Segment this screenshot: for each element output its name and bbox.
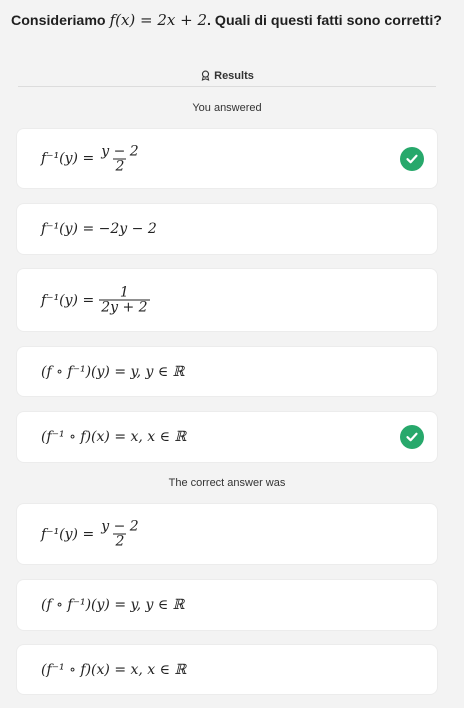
you-answered-label: You answered (192, 102, 262, 114)
correct-answer-card: (f⁻¹ ∘ f)(x) = x, x ∈ ℝ (17, 645, 437, 694)
results-heading-label: Results (214, 70, 254, 82)
fraction: y − 2 2 (99, 520, 140, 549)
question-prefix: Consideriamo (11, 13, 106, 29)
correct-check-icon (400, 146, 424, 171)
answer-formula: f⁻¹(y) = y − 2 2 (41, 144, 141, 173)
formula-lhs: f⁻¹(y) = (41, 292, 95, 308)
answer-card: (f ∘ f⁻¹)(y) = y, y ∈ ℝ (17, 347, 437, 396)
answer-formula: f⁻¹(y) = y − 2 2 (41, 520, 141, 549)
answer-formula: f⁻¹(y) = 1 2y + 2 (41, 286, 150, 315)
question-title: Consideriamo f(x) = 2x + 2. Quali di que… (11, 10, 457, 31)
answer-card: f⁻¹(y) = −2y − 2 (17, 204, 437, 254)
results-heading: Results (18, 70, 436, 84)
correct-answer-card: (f ∘ f⁻¹)(y) = y, y ∈ ℝ (17, 580, 437, 630)
answer-card: (f⁻¹ ∘ f)(x) = x, x ∈ ℝ (17, 412, 437, 462)
answer-formula: (f ∘ f⁻¹)(y) = y, y ∈ ℝ (41, 597, 185, 613)
answer-card: f⁻¹(y) = y − 2 2 (17, 129, 437, 188)
fraction-numerator: 1 (119, 284, 129, 301)
formula-lhs: f⁻¹(y) = (41, 150, 95, 167)
fraction-numerator: y − 2 (101, 518, 139, 535)
results-icon (200, 70, 211, 84)
fraction-denominator: 2y + 2 (99, 299, 150, 316)
fraction-numerator: y − 2 (101, 143, 139, 159)
correct-answer-label: The correct answer was (168, 477, 286, 489)
correct-check-icon (400, 425, 424, 449)
fraction: y − 2 2 (99, 144, 140, 173)
correct-answer-card: f⁻¹(y) = y − 2 2 (17, 504, 437, 564)
fraction: 1 2y + 2 (99, 284, 150, 316)
fraction-denominator: 2 (113, 158, 127, 174)
answer-card: f⁻¹(y) = 1 2y + 2 (17, 269, 437, 331)
answer-formula: (f⁻¹ ∘ f)(x) = x, x ∈ ℝ (41, 661, 187, 678)
question-suffix: . Quali di questi fatti sono corretti? (207, 13, 442, 29)
formula-lhs: f⁻¹(y) = (41, 526, 95, 542)
answer-formula: (f ∘ f⁻¹)(y) = y, y ∈ ℝ (41, 363, 185, 380)
answer-formula: (f⁻¹ ∘ f)(x) = x, x ∈ ℝ (41, 429, 187, 445)
fraction-denominator: 2 (113, 533, 127, 550)
question-function: f(x) = 2x + 2 (109, 11, 208, 29)
results-divider (18, 86, 436, 87)
answer-formula: f⁻¹(y) = −2y − 2 (41, 221, 157, 237)
